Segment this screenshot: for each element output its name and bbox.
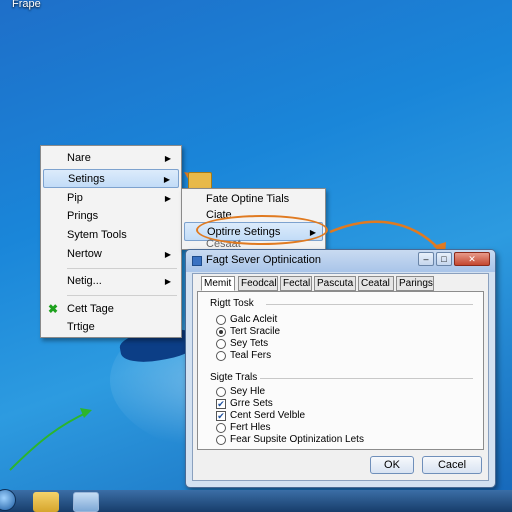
radio-selected-icon [216, 327, 226, 337]
chevron-right-icon: ▶ [163, 175, 170, 184]
tab-strip: Memit Feodcal Fectal Pascuta Ceatal Pari… [201, 276, 484, 291]
highlight-oval [196, 215, 328, 245]
menu-item-nertow[interactable]: Nertow ▶ [43, 245, 179, 264]
menu-item-trtige[interactable]: Trtige [43, 318, 179, 337]
explorer-taskbar-icon[interactable] [33, 492, 59, 512]
tab-feodcal[interactable]: Feodcal [238, 276, 278, 291]
tab-parings[interactable]: Parings [396, 276, 434, 291]
app-icon [192, 256, 202, 266]
option-sey-tets[interactable]: Sey Tets [216, 338, 268, 350]
chevron-right-icon: ▶ [164, 250, 171, 259]
menu-item-pip[interactable]: Pip ▶ [43, 189, 179, 208]
option-cent-serd-velble[interactable]: ✔ Cent Serd Velble [216, 410, 305, 422]
radio-icon [216, 351, 226, 361]
menu-item-prings[interactable]: Prings [43, 207, 179, 226]
option-galc-acleit[interactable]: Galc Acleit [216, 314, 277, 326]
tab-memit[interactable]: Memit [201, 276, 235, 291]
option-tert-sracile[interactable]: Tert Sracile [216, 326, 280, 338]
group2-label: Sigte Trals [210, 372, 258, 383]
menu-item-cett-tage[interactable]: ✖ Cett Tage [43, 300, 179, 319]
group1-divider [266, 304, 473, 305]
radio-icon [216, 435, 226, 445]
menu-separator [67, 295, 177, 296]
optimization-dialog: Fagt Sever Optinication – □ ✕ Memit Feod… [185, 249, 496, 488]
menu-item-system-tools[interactable]: Sytem Tools [43, 226, 179, 245]
maximize-button[interactable]: □ [436, 252, 452, 266]
radio-icon [216, 387, 226, 397]
dialog-body: Memit Feodcal Fectal Pascuta Ceatal Pari… [192, 273, 489, 481]
context-menu: Nare ▶ Setings ▶ Pip ▶ Prings Sytem Tools N… [40, 145, 182, 338]
chevron-right-icon: ▶ [164, 194, 171, 203]
radio-icon [216, 423, 226, 433]
checkbox-checked-icon: ✔ [216, 399, 226, 409]
tab-ceatal[interactable]: Ceatal [358, 276, 394, 291]
tab-panel: Rigtt Tosk Galc Acleit Tert Sracile Sey … [197, 291, 484, 450]
option-sey-hle[interactable]: Sey Hle [216, 386, 265, 398]
option-fert-hles[interactable]: Fert Hles [216, 422, 271, 434]
ok-button[interactable]: OK [370, 456, 414, 474]
checkbox-checked-icon: ✔ [216, 411, 226, 421]
radio-icon [216, 315, 226, 325]
option-grre-sets[interactable]: ✔ Grre Sets [216, 398, 273, 410]
minimize-button[interactable]: – [418, 252, 434, 266]
tab-pascuta[interactable]: Pascuta [314, 276, 356, 291]
close-button[interactable]: ✕ [454, 252, 490, 266]
group1-label: Rigtt Tosk [210, 298, 254, 309]
option-teal-fers[interactable]: Teal Fers [216, 350, 271, 362]
windows-taskbar-icon[interactable] [73, 492, 99, 512]
cancel-button[interactable]: Cacel [422, 456, 482, 474]
dialog-titlebar[interactable]: Fagt Sever Optinication – □ ✕ [186, 250, 495, 272]
radio-icon [216, 339, 226, 349]
option-fear-supsite[interactable]: Fear Supsite Optinization Lets [216, 434, 364, 446]
menu-item-settings[interactable]: Setings ▶ [43, 169, 179, 188]
dialog-title: Fagt Sever Optinication [206, 254, 321, 266]
menu-separator [67, 268, 177, 269]
group2-divider [260, 378, 473, 379]
chevron-right-icon: ▶ [164, 154, 171, 163]
menu-item-nare[interactable]: Nare ▶ [43, 149, 179, 168]
tab-fectal[interactable]: Fectal [280, 276, 312, 291]
menu-item-netig[interactable]: Netig... ▶ [43, 272, 179, 291]
check-icon: ✖ [48, 302, 59, 316]
chevron-right-icon: ▶ [164, 277, 171, 286]
